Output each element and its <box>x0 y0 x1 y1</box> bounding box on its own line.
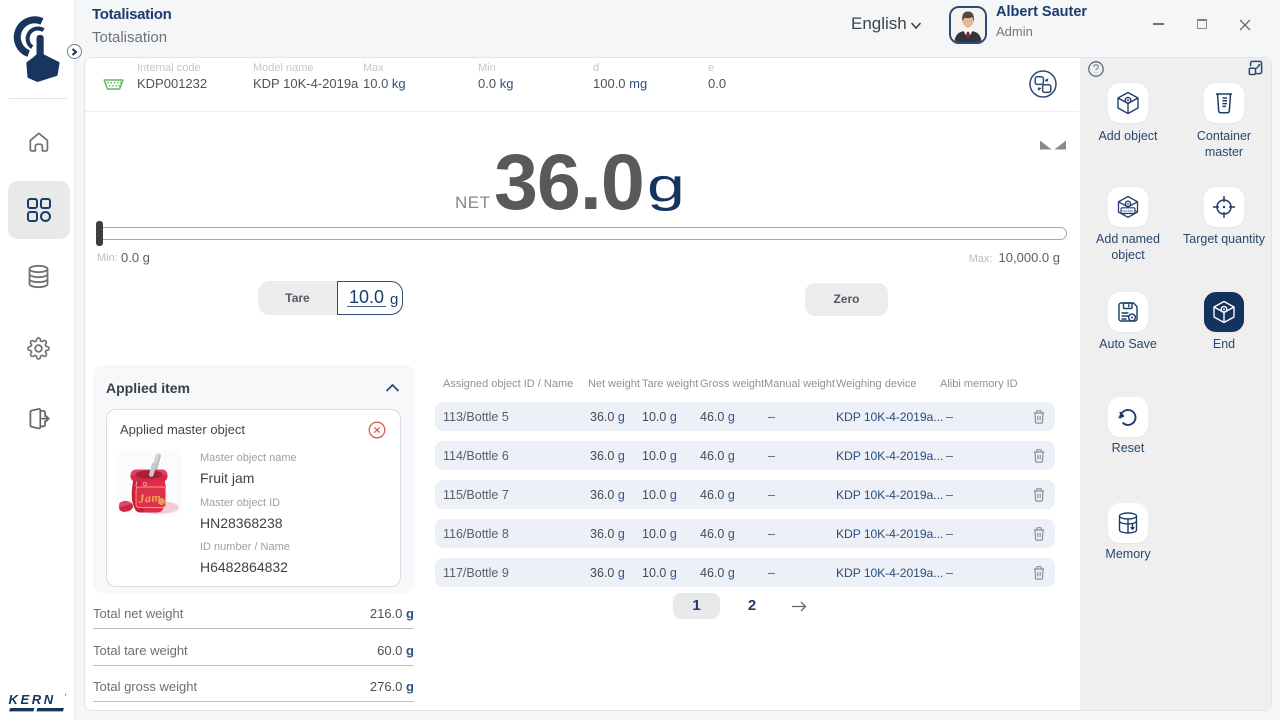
svg-text:Jam: Jam <box>137 490 161 506</box>
svg-text:NAMED: NAMED <box>1122 209 1137 213</box>
svg-text:KERN: KERN <box>9 692 56 707</box>
